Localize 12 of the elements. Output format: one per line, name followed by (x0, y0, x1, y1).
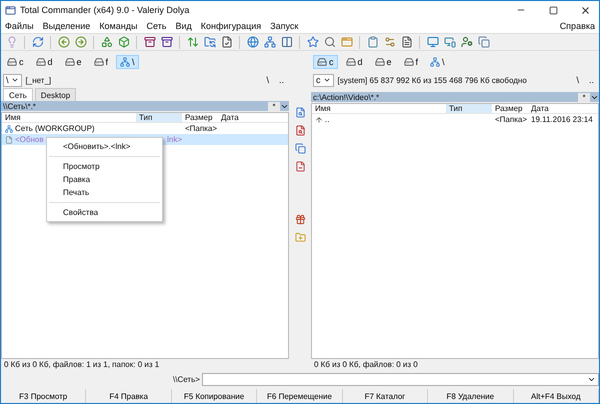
size-cell-text: <Папка> (184, 123, 218, 134)
name-cell: .. (312, 114, 446, 125)
path-text: c:\Action!\Video\*.* (312, 92, 380, 102)
window-title: Total Commander (x64) 9.0 - Valeriy Dolya (20, 5, 190, 15)
path-text: \\Сеть\*.* (2, 102, 37, 110)
name-cell: Сеть (WORKGROUP) (2, 123, 136, 134)
date-cell-text: 19.11.2016 23:14 (530, 114, 594, 125)
type-cell-text: lnk> (166, 134, 182, 145)
size-cell-text: <Папка> (494, 114, 528, 125)
drive-info: [system] 65 837 992 Кб из 155 468 796 Кб свободно (338, 76, 528, 84)
drive-info: [_нет_] (26, 76, 52, 84)
command-prompt: \\Сеть> (173, 375, 200, 384)
